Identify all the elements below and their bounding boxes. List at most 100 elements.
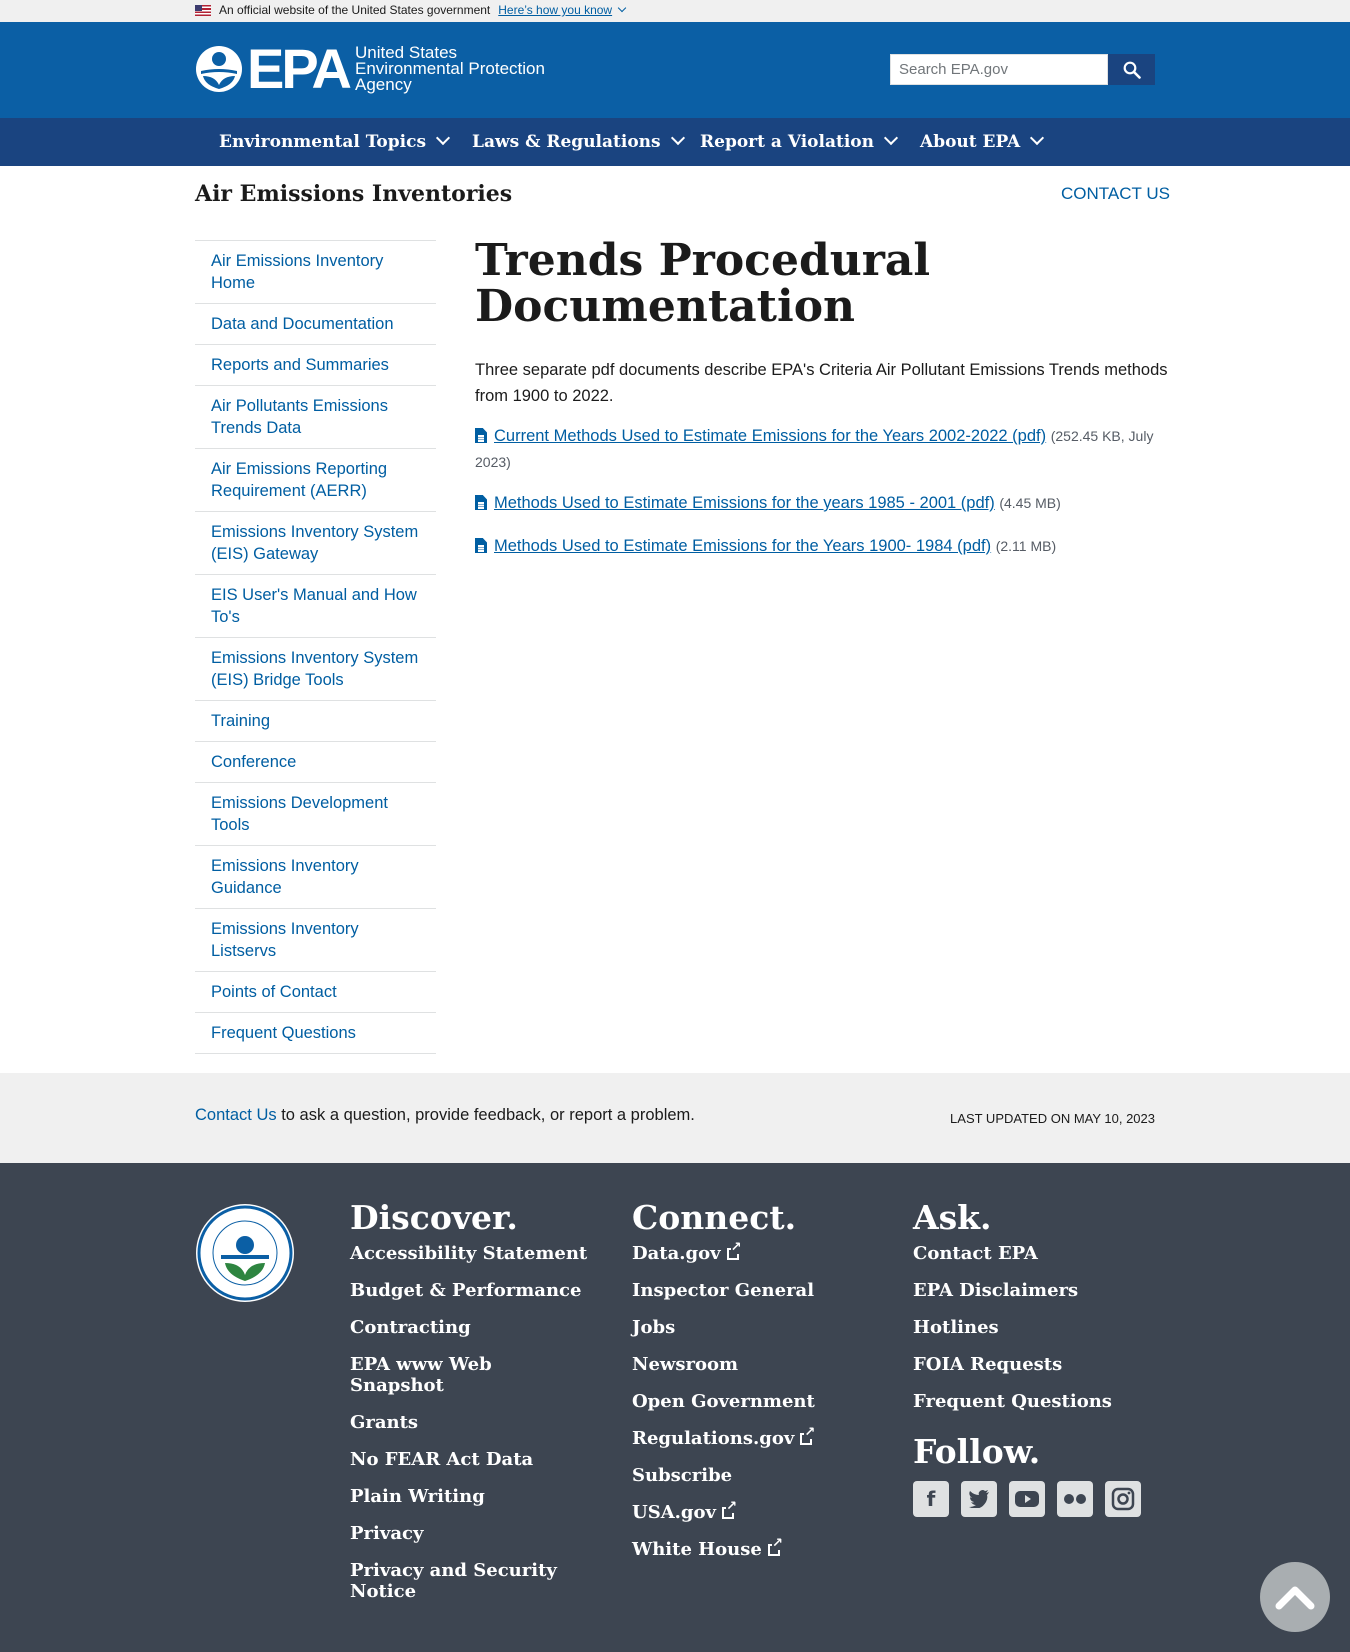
footer-link[interactable]: Frequent Questions [913,1391,1153,1412]
doc-item: Methods Used to Estimate Emissions for t… [475,490,1155,516]
search-icon [1123,61,1141,79]
chevron-down-icon [883,130,899,146]
sidebar-item-conference[interactable]: Conference [195,742,436,783]
sidebar-item-eis-manual[interactable]: EIS User's Manual and How To's [195,575,436,638]
flickr-icon[interactable] [1057,1481,1093,1517]
footer-link[interactable]: EPA www Web Snapshot [350,1354,590,1396]
external-link-icon [767,1537,783,1556]
sidebar-item-aerr[interactable]: Air Emissions Reporting Requirement (AER… [195,449,436,512]
sidebar-item-listservs[interactable]: Emissions Inventory Listservs [195,909,436,972]
sidebar-item-data-documentation[interactable]: Data and Documentation [195,304,436,345]
twitter-icon[interactable] [961,1481,997,1517]
footer-link[interactable]: Contracting [350,1317,590,1338]
nav-environmental-topics[interactable]: Environmental Topics [219,118,451,166]
external-link-icon [800,1426,816,1445]
footer-link[interactable]: Plain Writing [350,1486,590,1507]
footer-link[interactable]: Hotlines [913,1317,1153,1338]
sidebar-nav: Air Emissions Inventory Home Data and Do… [195,240,436,1054]
footer-link[interactable]: Subscribe [632,1465,872,1486]
file-icon [475,538,487,553]
footer-link[interactable]: FOIA Requests [913,1354,1153,1375]
footer-link[interactable]: EPA Disclaimers [913,1280,1153,1301]
epa-flower-icon [196,46,242,92]
footer-link[interactable]: No FEAR Act Data [350,1449,590,1470]
footer-link[interactable]: Privacy and Security Notice [350,1560,590,1602]
contact-us-link[interactable]: CONTACT US [1061,184,1170,204]
file-icon [475,495,487,510]
social-links: f [913,1481,1153,1517]
epa-logo[interactable]: EPA United States Environmental Protecti… [195,37,545,100]
footer-link[interactable]: Accessibility Statement [350,1243,590,1264]
intro-text: Three separate pdf documents describe EP… [475,361,1168,405]
footer-connect: Connect. Data.gov Inspector General Jobs… [632,1198,872,1576]
chevron-down-icon [670,130,685,146]
footer-connect-heading: Connect. [632,1198,797,1237]
footer-link[interactable]: Inspector General [632,1280,872,1301]
footer-link[interactable]: Regulations.gov [632,1426,872,1449]
footer-discover: Discover. Accessibility Statement Budget… [350,1198,590,1618]
footer-link[interactable]: Newsroom [632,1354,872,1375]
epa-seal-icon [196,1204,294,1302]
gov-banner: An official website of the United States… [0,0,1350,22]
logo-wordmark: EPA [247,37,352,100]
nav-laws-regulations[interactable]: Laws & Regulations [472,118,685,166]
logo-agency-name: United States Environmental Protection A… [355,43,545,94]
contact-us-footer-link[interactable]: Contact Us [195,1106,277,1124]
footer-link[interactable]: Budget & Performance [350,1280,590,1301]
footer-ask-heading: Ask. [913,1198,992,1237]
footer-link[interactable]: Data.gov [632,1241,872,1264]
sidebar-item-guidance[interactable]: Emissions Inventory Guidance [195,846,436,909]
sidebar-item-training[interactable]: Training [195,701,436,742]
sidebar-item-faq[interactable]: Frequent Questions [195,1013,436,1054]
search-input[interactable] [890,54,1108,85]
instagram-icon[interactable] [1105,1481,1141,1517]
doc-link[interactable]: Methods Used to Estimate Emissions for t… [494,494,995,512]
contact-bar: Contact Us to ask a question, provide fe… [0,1073,1350,1163]
chevron-down-icon [435,130,451,146]
facebook-icon[interactable]: f [913,1481,949,1517]
sidebar-item-dev-tools[interactable]: Emissions Development Tools [195,783,436,846]
back-to-top-button[interactable] [1260,1562,1330,1632]
last-updated: LAST UPDATED ON MAY 10, 2023 [950,1111,1155,1126]
gov-banner-text: An official website of the United States… [219,3,491,17]
site-header: EPA United States Environmental Protecti… [0,22,1350,118]
contact-bar-text: Contact Us to ask a question, provide fe… [195,1106,695,1124]
site-title: Air Emissions Inventories [195,181,513,207]
youtube-icon[interactable] [1009,1481,1045,1517]
sidebar-item-reports[interactable]: Reports and Summaries [195,345,436,386]
doc-link[interactable]: Current Methods Used to Estimate Emissio… [494,427,1046,445]
doc-item: Methods Used to Estimate Emissions for t… [475,533,1155,559]
nav-about-epa[interactable]: About EPA [920,118,1045,166]
footer-link[interactable]: Privacy [350,1523,590,1544]
doc-meta: (2.11 MB) [995,538,1057,554]
footer-link[interactable]: Jobs [632,1317,872,1338]
file-icon [475,428,487,443]
sidebar-item-home[interactable]: Air Emissions Inventory Home [195,241,436,304]
chevron-down-icon [617,3,627,13]
sidebar-item-eis-bridge[interactable]: Emissions Inventory System (EIS) Bridge … [195,638,436,701]
sidebar-item-contacts[interactable]: Points of Contact [195,972,436,1013]
site-footer: Discover. Accessibility Statement Budget… [0,1163,1350,1652]
page-title: Trends Procedural Documentation [475,235,931,332]
chevron-up-icon [1275,1586,1315,1610]
doc-meta: (4.45 MB) [999,495,1061,511]
nav-report-violation[interactable]: Report a Violation [700,118,899,166]
search-button[interactable] [1108,54,1155,85]
us-flag-icon [195,4,211,16]
footer-follow-heading: Follow. [913,1432,1041,1471]
sidebar-item-trends-data[interactable]: Air Pollutants Emissions Trends Data [195,386,436,449]
footer-link[interactable]: Open Government [632,1391,872,1412]
footer-ask: Ask. Contact EPA EPA Disclaimers Hotline… [913,1198,1153,1517]
sidebar-item-eis-gateway[interactable]: Emissions Inventory System (EIS) Gateway [195,512,436,575]
footer-link[interactable]: USA.gov [632,1500,872,1523]
footer-link[interactable]: Grants [350,1412,590,1433]
external-link-icon [726,1241,742,1260]
chevron-down-icon [1030,130,1045,146]
doc-item: Current Methods Used to Estimate Emissio… [475,423,1155,475]
main-nav: Environmental Topics Laws & Regulations … [0,118,1350,166]
footer-link[interactable]: White House [632,1537,872,1560]
doc-link[interactable]: Methods Used to Estimate Emissions for t… [494,537,991,555]
footer-discover-heading: Discover. [350,1198,518,1237]
footer-link[interactable]: Contact EPA [913,1243,1153,1264]
how-you-know-link[interactable]: Here’s how you know [498,3,612,17]
